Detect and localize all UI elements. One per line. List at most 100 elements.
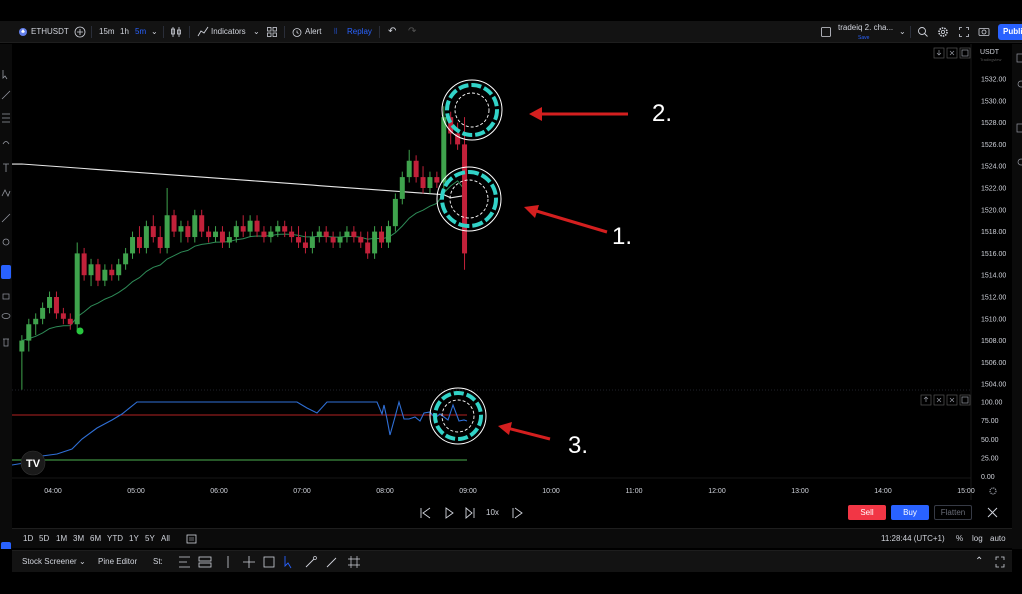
watchlist-icon[interactable]	[1016, 53, 1022, 63]
time-tick-label: 12:00	[708, 488, 726, 495]
range-1y[interactable]: 1Y	[129, 529, 139, 549]
trendline-icon[interactable]	[1, 90, 11, 100]
drawing-toolbar	[0, 44, 12, 556]
tradingview-logo[interactable]: TV	[20, 450, 46, 476]
candle-body	[88, 264, 94, 276]
candle-body	[309, 237, 315, 248]
fullscreen-icon[interactable]	[958, 21, 970, 43]
range-5y[interactable]: 5Y	[145, 529, 155, 549]
interval-15m[interactable]: 15m	[99, 21, 115, 43]
buy-button[interactable]: Buy	[891, 505, 929, 520]
range-3m[interactable]: 3M	[73, 529, 84, 549]
pointer-icon[interactable]	[284, 556, 292, 569]
annotation-label-3: 3.	[568, 432, 588, 459]
replay-speed[interactable]: 10x	[486, 503, 499, 523]
chart-area[interactable]: USDT Tradingview 1532.00 1530.00 1528.00 15…	[6, 44, 1012, 500]
candle-body	[102, 269, 108, 281]
buy-signal-dot	[76, 327, 84, 335]
interval-1h[interactable]: 1h	[120, 21, 129, 43]
jump-to-start-icon[interactable]	[420, 507, 431, 519]
maximize-panel-icon[interactable]	[995, 552, 1005, 580]
tab-pine-editor[interactable]: Pine Editor	[98, 552, 137, 572]
cursor-icon[interactable]	[2, 70, 8, 80]
news-icon[interactable]	[1016, 123, 1022, 133]
gear-icon[interactable]	[937, 21, 949, 43]
step-forward-icon[interactable]	[465, 507, 475, 519]
tab-strategy-tester[interactable]: St:	[153, 552, 163, 572]
alarm-clock-icon[interactable]	[291, 21, 303, 43]
chevron-down-icon[interactable]: ⌄	[253, 21, 260, 43]
rectangle-icon[interactable]	[263, 556, 275, 568]
candle-body	[53, 297, 59, 314]
jump-to-realtime-icon[interactable]	[512, 507, 523, 519]
range-5d[interactable]: 5D	[39, 529, 49, 549]
candle-body	[282, 226, 288, 232]
measure-icon[interactable]	[1, 213, 11, 223]
pen-icon[interactable]	[305, 556, 317, 568]
time-tick-label: 08:00	[376, 488, 394, 495]
layouts-grid-icon[interactable]	[266, 21, 278, 43]
close-icon[interactable]	[987, 507, 998, 518]
candle-body	[275, 226, 281, 232]
pattern-icon[interactable]	[1, 189, 11, 197]
align-center-icon[interactable]	[198, 556, 212, 568]
symbol-search-button[interactable]: ETHUSDT	[31, 21, 69, 43]
currency-label[interactable]: USDT	[980, 49, 1000, 56]
sell-button[interactable]: Sell	[848, 505, 886, 520]
candle-body	[344, 231, 350, 238]
align-left-icon[interactable]	[179, 556, 190, 568]
undo-icon[interactable]: ↶	[388, 21, 396, 43]
replay-button[interactable]: Replay	[347, 21, 372, 43]
price-tick-label: 1526.00	[981, 142, 1006, 149]
tab-stock-screener[interactable]: Stock Screener	[22, 552, 77, 572]
magnet-icon[interactable]	[1, 265, 11, 279]
alerts-icon[interactable]	[1017, 80, 1022, 88]
replay-icon[interactable]: ⦚⦚	[334, 21, 337, 43]
grid-tool-icon[interactable]	[348, 556, 360, 568]
chevron-up-icon[interactable]: ⌃	[975, 552, 983, 572]
candle-body	[136, 237, 142, 248]
auto-toggle[interactable]: auto	[990, 529, 1006, 549]
chevron-down-icon[interactable]: ⌄	[899, 21, 906, 43]
ideas-icon[interactable]	[1017, 158, 1022, 166]
range-all[interactable]: All	[161, 529, 170, 549]
log-toggle[interactable]: log	[972, 529, 983, 549]
interval-5m[interactable]: 5m	[135, 21, 146, 43]
ruler-icon[interactable]	[326, 557, 337, 568]
candle-body	[427, 177, 433, 188]
redo-icon[interactable]: ↷	[408, 21, 416, 43]
time-tick-label: 07:00	[293, 488, 311, 495]
fib-icon[interactable]	[2, 113, 10, 123]
range-1d[interactable]: 1D	[23, 529, 33, 549]
symbol-icon	[18, 21, 28, 43]
chevron-down-icon[interactable]: ⌄	[79, 552, 86, 572]
brush-icon[interactable]	[2, 141, 10, 145]
lock-icon[interactable]	[2, 293, 10, 300]
clock-utc[interactable]: 11:28:44 (UTC+1)	[881, 529, 945, 549]
price-tick-label: 1510.00	[981, 316, 1006, 323]
crosshair-icon[interactable]	[243, 556, 255, 568]
candle-body	[392, 198, 398, 227]
range-6m[interactable]: 6M	[90, 529, 101, 549]
object-tree-icon[interactable]	[1, 542, 11, 556]
range-1m[interactable]: 1M	[56, 529, 67, 549]
alert-button[interactable]: Alert	[305, 21, 321, 43]
camera-icon[interactable]	[978, 21, 990, 43]
layout-checkbox-icon[interactable]	[820, 21, 832, 43]
publish-button[interactable]: Publi	[998, 24, 1022, 40]
zoom-icon[interactable]	[2, 238, 10, 246]
candle-style-icon[interactable]	[170, 21, 182, 43]
candle-body	[109, 269, 115, 276]
indicators-icon[interactable]	[197, 21, 209, 43]
eye-icon[interactable]	[1, 313, 11, 319]
flatten-button[interactable]: Flatten	[934, 505, 972, 520]
range-ytd[interactable]: YTD	[107, 529, 123, 549]
trash-icon[interactable]	[3, 338, 9, 347]
indicators-button[interactable]: Indicators	[211, 21, 246, 43]
percent-toggle[interactable]: %	[956, 529, 963, 549]
text-icon[interactable]	[3, 163, 9, 172]
search-icon[interactable]	[917, 21, 929, 43]
play-icon[interactable]	[445, 507, 454, 519]
add-symbol-icon[interactable]	[74, 21, 86, 43]
chevron-down-icon[interactable]: ⌄	[151, 21, 158, 43]
